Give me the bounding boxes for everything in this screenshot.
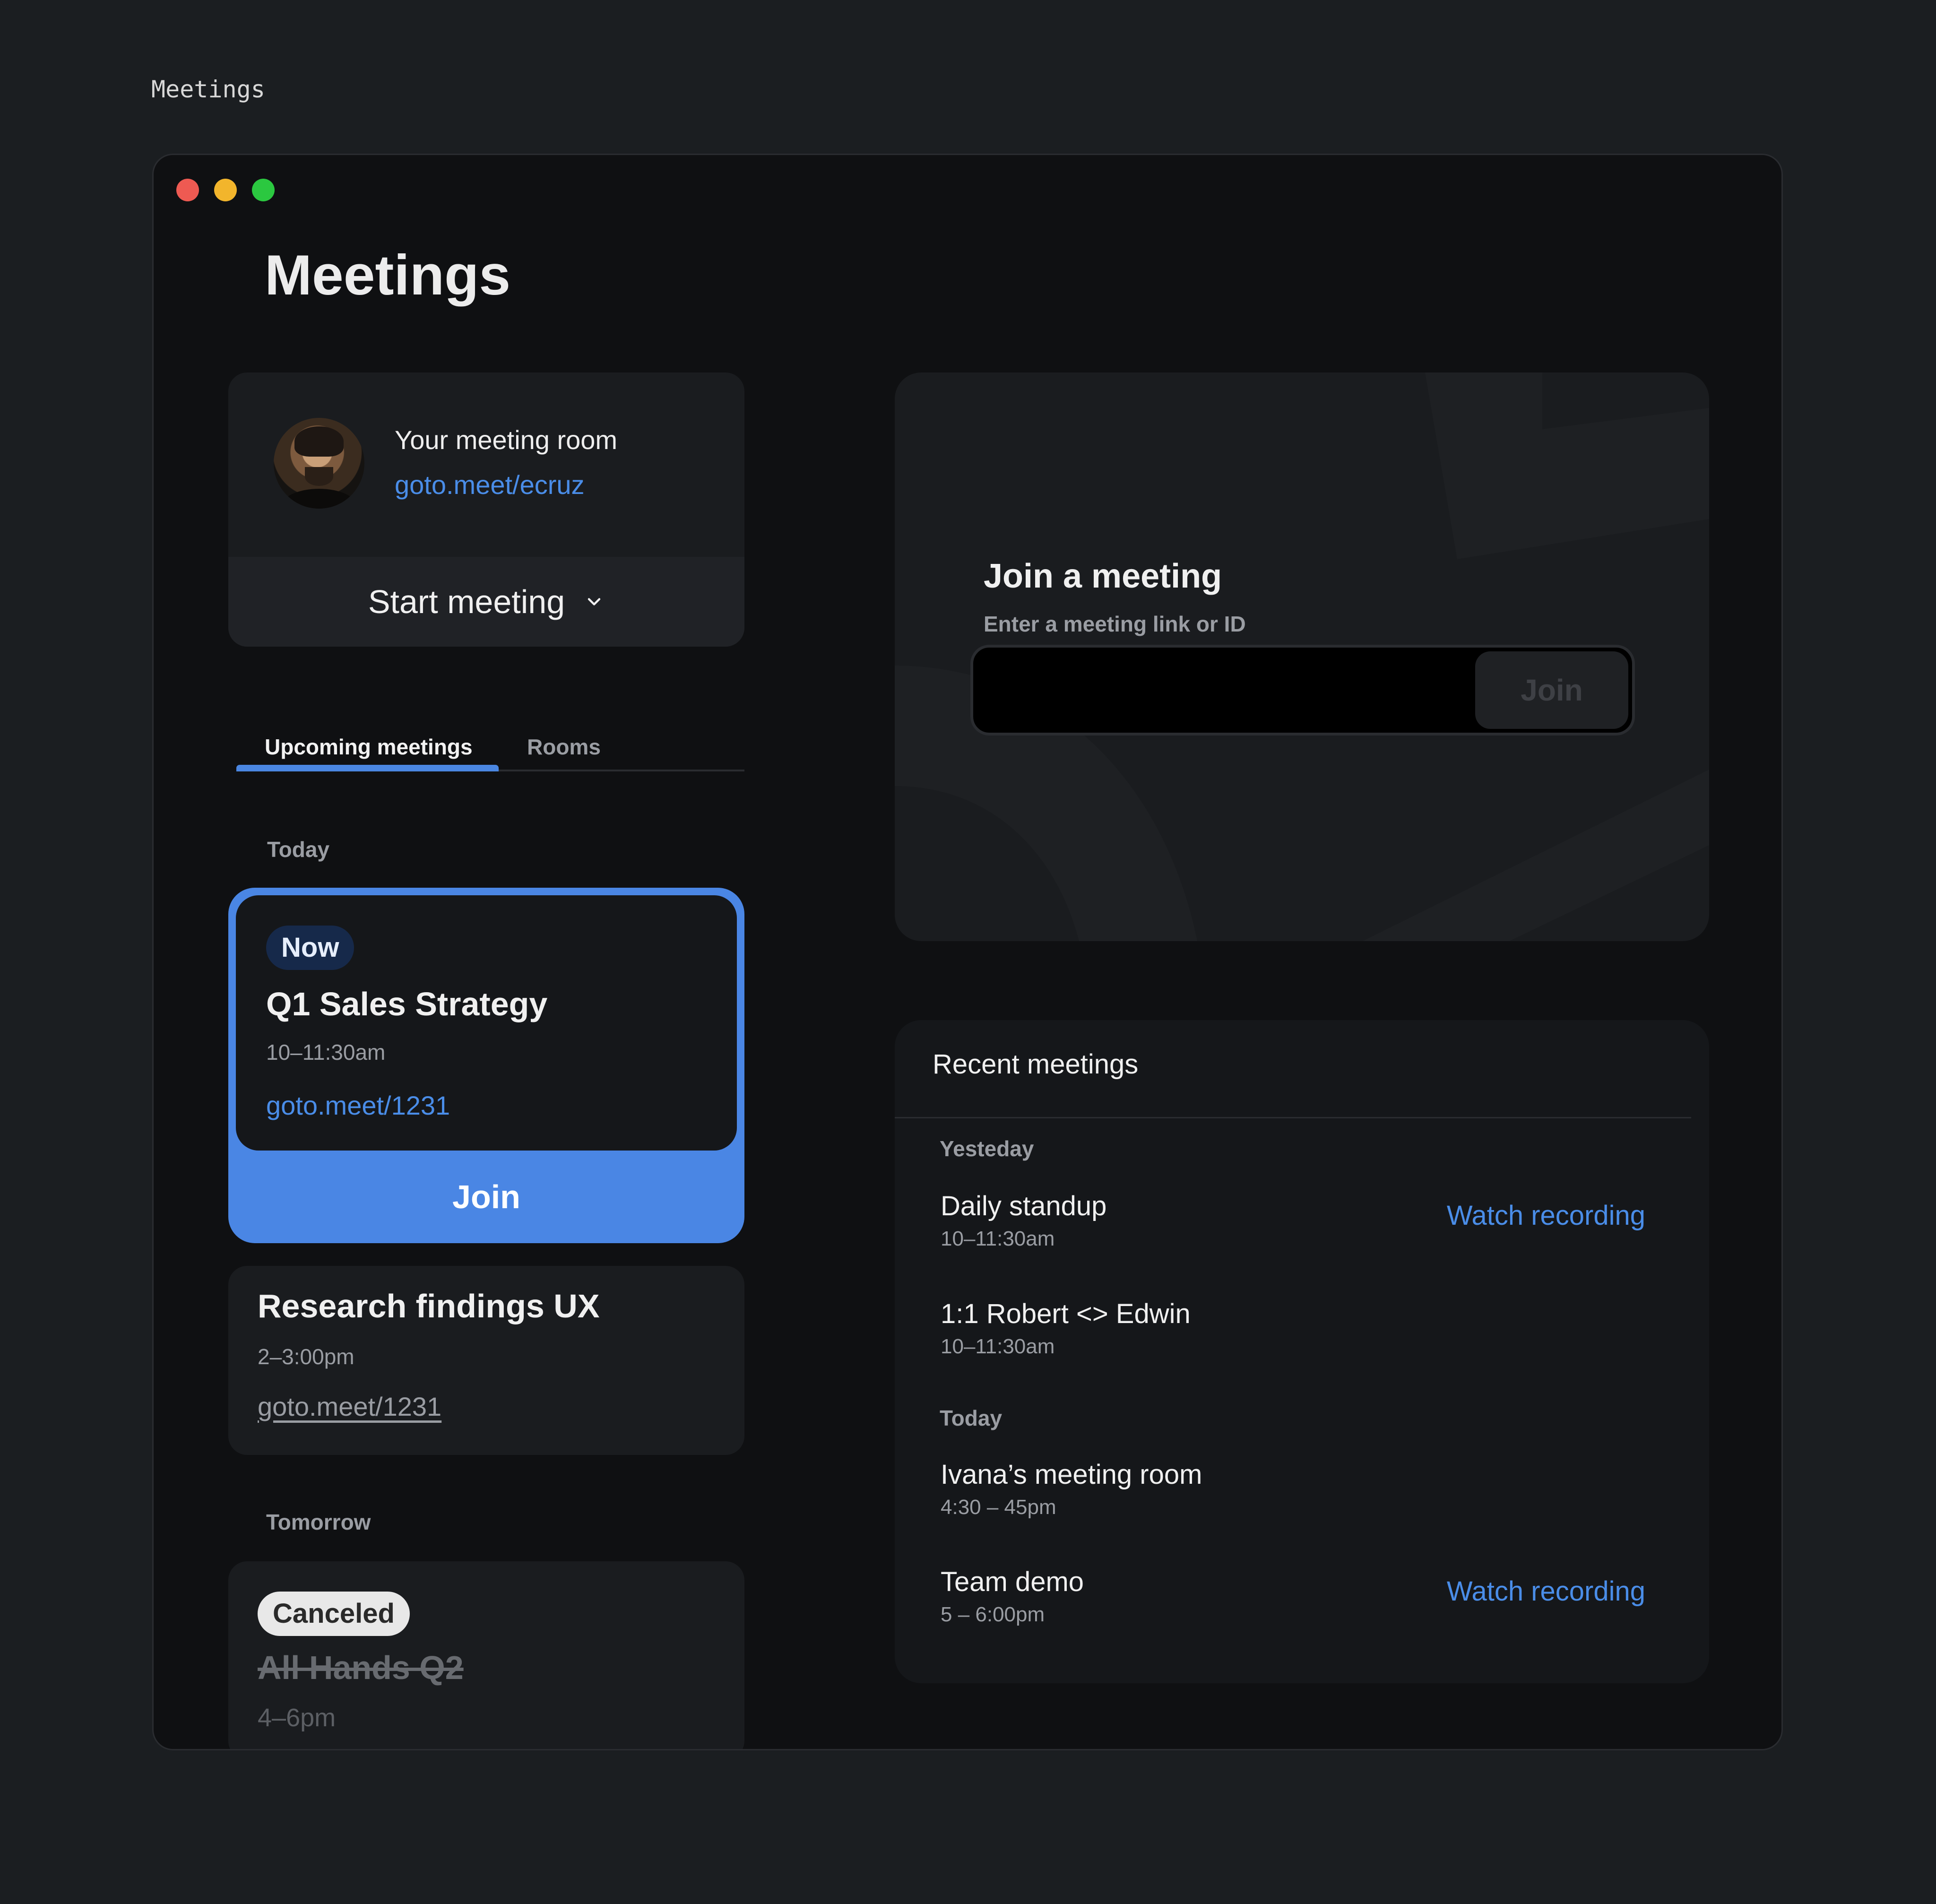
recent-meeting-title: Team demo <box>941 1566 1084 1597</box>
tab-rooms[interactable]: Rooms <box>527 734 601 760</box>
watch-recording-link[interactable]: Watch recording <box>1447 1200 1645 1231</box>
recent-group-yesterday: Yesteday <box>940 1136 1034 1161</box>
meeting-time: 2–3:00pm <box>258 1344 354 1369</box>
active-meeting-details: Now Q1 Sales Strategy 10–11:30am goto.me… <box>236 895 737 1151</box>
recent-meeting-time: 5 – 6:00pm <box>941 1603 1045 1626</box>
meeting-title: Q1 Sales Strategy <box>266 986 548 1022</box>
meeting-room-card: Your meeting room goto.meet/ecruz Start … <box>228 372 744 647</box>
join-meeting-button[interactable]: Join <box>228 1151 744 1243</box>
meeting-id-input[interactable] <box>973 648 1469 733</box>
meeting-time: 10–11:30am <box>266 1040 386 1065</box>
watch-recording-link[interactable]: Watch recording <box>1447 1575 1645 1607</box>
recent-group-today: Today <box>940 1406 1003 1430</box>
join-meeting-subtitle: Enter a meeting link or ID <box>984 612 1246 636</box>
avatar <box>274 418 364 509</box>
recent-meeting-title: Ivana’s meeting room <box>941 1459 1202 1490</box>
chevron-down-icon <box>588 598 601 606</box>
recent-meetings-panel: Recent meetings Yesteday Daily standup 1… <box>895 1020 1709 1683</box>
maximize-window-button[interactable] <box>252 179 275 201</box>
close-window-button[interactable] <box>176 179 199 201</box>
recent-meeting-time: 4:30 – 45pm <box>941 1496 1056 1519</box>
room-link[interactable]: goto.meet/ecruz <box>395 469 585 500</box>
tab-upcoming-meetings[interactable]: Upcoming meetings <box>265 734 473 760</box>
room-label: Your meeting room <box>395 425 618 455</box>
meeting-tabs: Upcoming meetings Rooms <box>236 710 744 771</box>
join-meeting-panel: Join a meeting Enter a meeting link or I… <box>895 372 1709 941</box>
section-tomorrow: Tomorrow <box>266 1510 371 1534</box>
recent-meeting-title: 1:1 Robert <> Edwin <box>941 1298 1191 1329</box>
meeting-title: All Hands Q2 <box>258 1649 464 1686</box>
meeting-link[interactable]: goto.meet/1231 <box>258 1391 441 1422</box>
page-title: Meetings <box>265 243 511 307</box>
page-label: Meetings <box>151 76 265 103</box>
divider <box>895 1117 1691 1118</box>
start-meeting-button[interactable]: Start meeting <box>228 557 744 647</box>
minimize-window-button[interactable] <box>214 179 237 201</box>
meeting-link[interactable]: goto.meet/1231 <box>266 1090 450 1121</box>
canceled-meeting-card: Canceled All Hands Q2 4–6pm <box>228 1561 744 1749</box>
section-today: Today <box>267 837 330 862</box>
join-by-id-button[interactable]: Join <box>1475 651 1628 729</box>
status-badge-now: Now <box>266 926 354 970</box>
start-meeting-label: Start meeting <box>368 583 565 620</box>
active-meeting-card: Now Q1 Sales Strategy 10–11:30am goto.me… <box>228 888 744 1243</box>
traffic-lights <box>176 179 275 201</box>
meeting-id-field: Join <box>970 645 1635 736</box>
recent-meeting-title: Daily standup <box>941 1191 1107 1221</box>
meeting-title: Research findings UX <box>258 1288 600 1324</box>
recent-meeting-time: 10–11:30am <box>941 1335 1055 1358</box>
join-meeting-title: Join a meeting <box>984 557 1222 595</box>
meeting-card[interactable]: Research findings UX 2–3:00pm goto.meet/… <box>228 1266 744 1455</box>
active-tab-indicator <box>236 765 499 771</box>
status-badge-canceled: Canceled <box>258 1592 410 1636</box>
app-window: Meetings Your meeting room goto.meet/ecr… <box>152 154 1783 1750</box>
meeting-time: 4–6pm <box>258 1704 336 1732</box>
recent-meeting-time: 10–11:30am <box>941 1227 1055 1250</box>
recent-meetings-header: Recent meetings <box>933 1049 1139 1080</box>
